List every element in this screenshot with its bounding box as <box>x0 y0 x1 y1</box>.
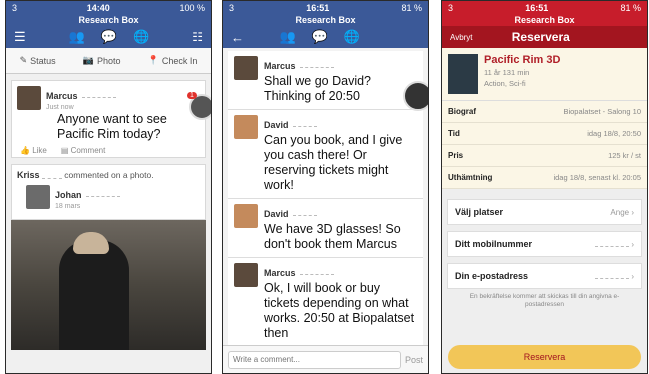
avatar[interactable] <box>17 86 41 110</box>
activity-author[interactable]: Kriss <box>17 170 40 180</box>
message-text: Ok, I will book or buy tickets depending… <box>264 281 415 340</box>
clock: 16:51 <box>525 3 549 13</box>
notifications-icon[interactable]: 🌐 <box>344 29 360 45</box>
message-author[interactable]: David <box>264 209 289 219</box>
status-bar: 3 16:51 81 % <box>223 1 428 15</box>
avatar[interactable] <box>234 56 258 80</box>
notifications-icon[interactable]: 🌐 <box>133 29 149 45</box>
friend-list-icon[interactable]: ☷ <box>192 30 203 44</box>
list-item: David We have 3D glasses! So don't book … <box>228 199 423 258</box>
comment-input[interactable] <box>228 350 401 369</box>
phone-booking: 3 16:51 81 % Research Box Avbryt Reserve… <box>441 0 648 374</box>
select-seats-row[interactable]: Välj platser Ange › <box>447 199 642 225</box>
back-arrow-icon[interactable]: ← <box>231 30 244 45</box>
checkin-button[interactable]: 📍 Check In <box>148 55 198 66</box>
battery: 81 % <box>620 3 641 13</box>
post-card: Marcus Just now Anyone want to see Pacif… <box>11 80 206 158</box>
chevron-right-icon: › <box>631 239 634 249</box>
info-row: Biograf Biopalatset - Salong 10 <box>442 101 647 123</box>
booking-header: Avbryt Reservera <box>442 26 647 48</box>
clock: 16:51 <box>306 3 330 13</box>
message-author[interactable]: Marcus <box>264 61 296 71</box>
avatar[interactable] <box>234 115 258 139</box>
chevron-right-icon: › <box>631 271 634 281</box>
post-text: Anyone want to see Pacific Rim today? <box>57 112 167 141</box>
chat-head[interactable] <box>403 81 428 111</box>
messages-icon[interactable]: 💬 <box>101 29 117 45</box>
movie-poster <box>448 54 478 94</box>
info-row: Uthämtning idag 18/8, senast kl. 20:05 <box>442 167 647 189</box>
phone-number-row[interactable]: Ditt mobilnummer › <box>447 231 642 257</box>
phone-feed: 3 14:40 100 % Research Box ☰ 👥 💬 🌐 ☷ ✎ St… <box>5 0 212 374</box>
clock: 14:40 <box>86 3 110 13</box>
post-button[interactable]: Post <box>405 355 423 365</box>
message-text: We have 3D glasses! So don't book them M… <box>264 222 401 251</box>
app-title: Research Box <box>6 15 211 26</box>
battery: 100 % <box>179 3 205 13</box>
message-text: Shall we go David? Thinking of 20:50 <box>264 74 372 103</box>
list-item: Marcus Shall we go David? Thinking of 20… <box>228 51 423 110</box>
pin-icon: 📍 <box>147 55 159 65</box>
movie-genre: Action, Sci-fi <box>484 79 526 88</box>
message-author[interactable]: Marcus <box>264 268 296 278</box>
comment-button[interactable]: ▤ Comment <box>61 146 105 155</box>
status-button[interactable]: ✎ Status <box>20 55 56 66</box>
avatar[interactable] <box>234 204 258 228</box>
reserve-button[interactable]: Reservera <box>448 345 641 369</box>
post-author[interactable]: Marcus <box>46 91 78 101</box>
page-title: Reservera <box>511 30 570 44</box>
carrier: 3 <box>448 3 454 13</box>
confirmation-note: En bekräftelse kommer att skickas till d… <box>469 293 620 308</box>
messages-icon[interactable]: 💬 <box>312 29 328 45</box>
camera-icon: 📷 <box>82 55 94 65</box>
like-button[interactable]: 👍 Like <box>20 146 47 155</box>
activity-text: commented on a photo. <box>64 170 154 180</box>
list-item: Marcus Ok, I will book or buy tickets de… <box>228 258 423 347</box>
carrier: 3 <box>12 3 18 13</box>
list-item: David Can you book, and I give you cash … <box>228 110 423 199</box>
avatar[interactable] <box>234 263 258 287</box>
status-bar: 3 14:40 100 % <box>6 1 211 15</box>
status-bar: 3 16:51 81 % <box>442 1 647 15</box>
nav-bar: ← 👥 💬 🌐 <box>223 26 428 48</box>
notif-badge: 1 <box>187 92 197 99</box>
nav-bar: ☰ 👥 💬 🌐 ☷ <box>6 26 211 48</box>
post-time: Just now <box>46 104 74 111</box>
booking-info: Biograf Biopalatset - Salong 10 Tid idag 1… <box>442 101 647 189</box>
message-author[interactable]: David <box>264 120 289 130</box>
composer-actions: ✎ Status 📷 Photo 📍 Check In <box>6 48 211 74</box>
friends-icon[interactable]: 👥 <box>279 29 295 45</box>
phone-chat: 3 16:51 81 % Research Box ← 👥 💬 🌐 Marcus… <box>222 0 429 374</box>
info-row: Tid idag 18/8, 20:50 <box>442 123 647 145</box>
friends-icon[interactable]: 👥 <box>69 29 85 45</box>
carrier: 3 <box>229 3 235 13</box>
comment-composer: Post <box>223 345 428 373</box>
battery: 81 % <box>401 3 422 13</box>
movie-title: Pacific Rim 3D <box>484 54 561 66</box>
message-text: Can you book, and I give you cash there!… <box>264 133 403 192</box>
app-title: Research Box <box>223 15 428 26</box>
post-photo[interactable] <box>11 220 206 350</box>
photo-author[interactable]: Johan <box>55 190 82 200</box>
avatar[interactable] <box>26 185 50 209</box>
message-list: Marcus Shall we go David? Thinking of 20… <box>223 48 428 347</box>
app-title: Research Box <box>442 15 647 26</box>
photo-button[interactable]: 📷 Photo <box>83 55 121 66</box>
chevron-right-icon: › <box>631 207 634 217</box>
info-row: Pris 125 kr / st <box>442 145 647 167</box>
photo-time: 18 mars <box>55 203 81 210</box>
email-row[interactable]: Din e-postadress › <box>447 263 642 289</box>
movie-meta: 11 år 131 min <box>484 68 530 77</box>
activity-card: Kriss commented on a photo. Johan 18 mar… <box>11 164 206 220</box>
cancel-button[interactable]: Avbryt <box>450 33 473 42</box>
edit-icon: ✎ <box>19 55 28 65</box>
movie-summary: Pacific Rim 3D 11 år 131 min Action, Sci… <box>442 48 647 101</box>
menu-icon[interactable]: ☰ <box>14 29 26 45</box>
